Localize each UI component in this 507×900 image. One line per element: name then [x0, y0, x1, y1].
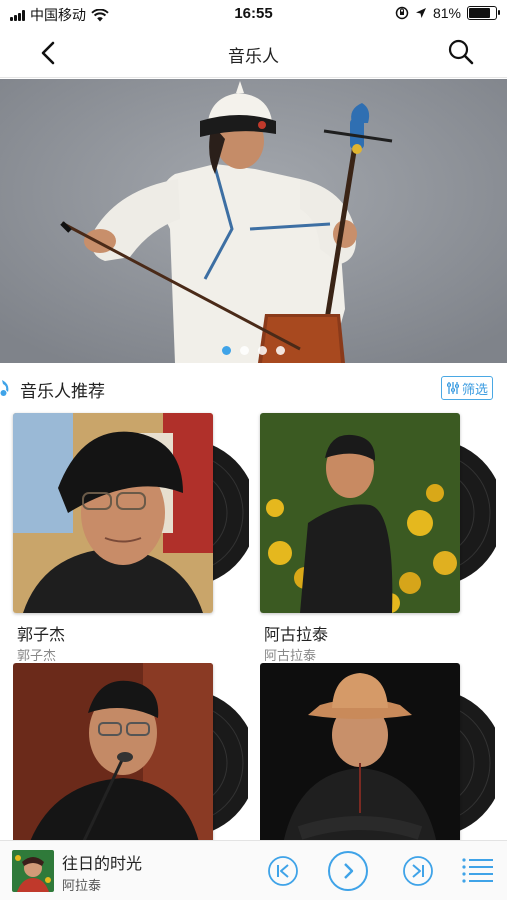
artist-photo	[260, 413, 460, 613]
carousel-dot[interactable]	[276, 346, 285, 355]
nav-bar: 音乐人	[0, 28, 507, 78]
location-icon	[415, 8, 426, 18]
carousel-dot[interactable]	[240, 346, 249, 355]
artist-subtitle: 阿古拉泰	[264, 648, 317, 663]
previous-icon[interactable]	[267, 855, 299, 887]
filter-sliders-icon	[446, 382, 459, 394]
mini-player: 往日的时光 阿拉泰	[0, 840, 507, 900]
player-artist: 阿拉泰	[62, 878, 102, 893]
filter-label: 筛选	[461, 381, 488, 397]
battery-level	[469, 8, 491, 18]
artist-photo	[13, 663, 213, 841]
chevron-left-icon[interactable]	[36, 40, 62, 66]
artist-card[interactable]: 阿古拉泰 阿古拉泰	[260, 413, 496, 663]
player-track-title: 往日的时光	[62, 856, 143, 873]
battery-percent: 81%	[432, 5, 461, 21]
next-icon[interactable]	[402, 855, 434, 887]
page-title: 音乐人	[228, 47, 279, 66]
carousel-dot[interactable]	[258, 346, 267, 355]
artist-card[interactable]: 郭子杰 郭子杰	[13, 413, 249, 663]
status-right: 81%	[395, 5, 500, 21]
artist-name: 郭子杰	[17, 627, 66, 644]
artist-name: 阿古拉泰	[264, 627, 329, 644]
status-bar: 中国移动 16:55 81%	[0, 0, 507, 28]
artist-photo	[260, 663, 460, 841]
section-title: 音乐人推荐	[20, 382, 105, 401]
player-cover[interactable]	[12, 850, 54, 892]
filter-button[interactable]: 筛选	[441, 376, 493, 400]
banner-carousel[interactable]	[0, 79, 507, 363]
artist-card[interactable]	[13, 663, 248, 841]
carousel-indicator	[0, 346, 507, 355]
play-icon[interactable]	[327, 850, 369, 892]
artist-photo	[13, 413, 213, 613]
music-note-icon	[0, 380, 9, 396]
orientation-lock-icon	[395, 6, 409, 20]
artist-subtitle: 郭子杰	[17, 648, 57, 663]
section-header: 音乐人推荐 筛选	[0, 372, 507, 404]
search-icon[interactable]	[447, 38, 475, 66]
playlist-icon[interactable]	[462, 857, 494, 885]
carousel-dot[interactable]	[222, 346, 231, 355]
battery-icon	[467, 6, 500, 20]
banner-image	[0, 79, 507, 363]
artist-card[interactable]	[260, 663, 495, 841]
